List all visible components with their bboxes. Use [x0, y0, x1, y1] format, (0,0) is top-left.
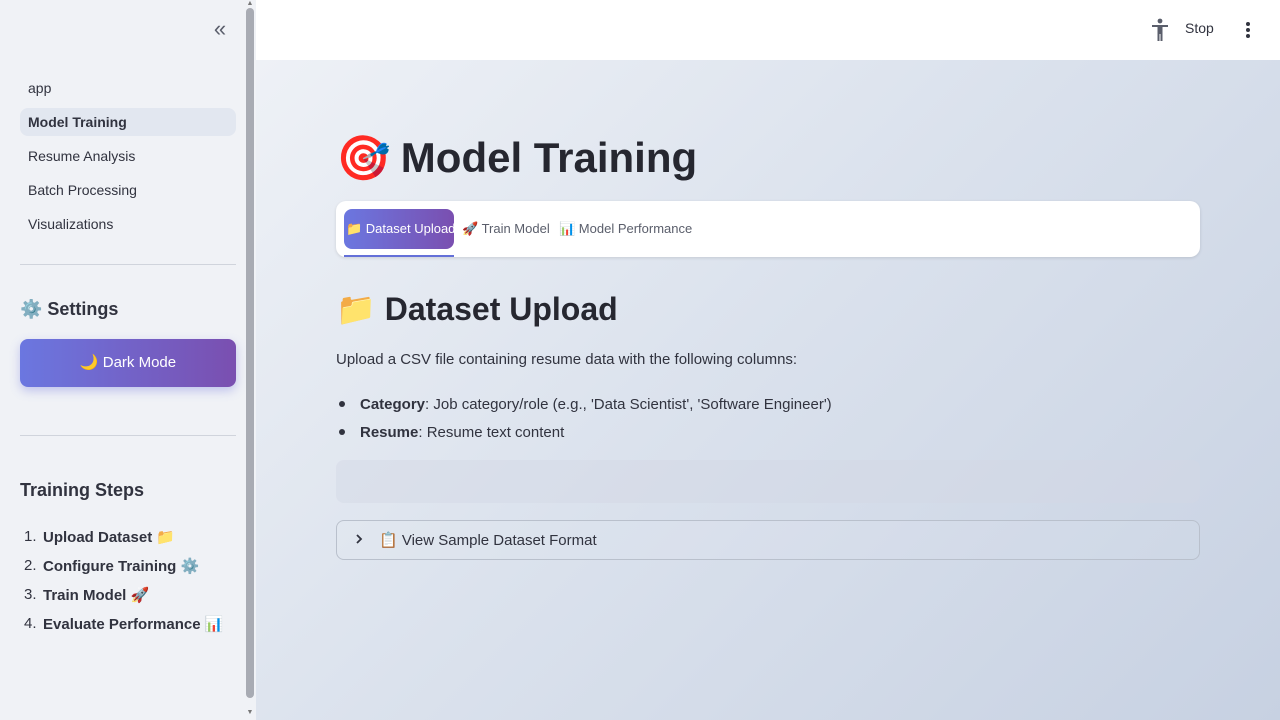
column-description: : Resume text content: [418, 423, 565, 441]
main-content: 🎯 Model Training 📁 Dataset Upload 🚀 Trai…: [256, 60, 1280, 720]
file-uploader[interactable]: [336, 460, 1200, 503]
running-person-icon: [1149, 18, 1171, 42]
step-label: Evaluate Performance 📊: [43, 615, 224, 633]
column-name: Resume: [360, 423, 419, 441]
kebab-menu-icon[interactable]: [1240, 20, 1256, 40]
sample-format-expander[interactable]: 📋 View Sample Dataset Format: [336, 520, 1200, 560]
top-header: Stop: [256, 0, 1280, 60]
column-name: Category: [360, 395, 426, 413]
sidebar-item-visualizations[interactable]: Visualizations: [20, 210, 236, 238]
step-number: 3.: [24, 586, 37, 603]
step-number: 2.: [24, 557, 37, 574]
sidebar-divider: [20, 435, 236, 436]
target-icon: 🎯: [336, 134, 391, 183]
active-tab-indicator: [344, 255, 454, 257]
sidebar-divider: [20, 264, 236, 265]
list-item: Resume : Resume text content: [336, 418, 832, 446]
step-number: 1.: [24, 528, 37, 545]
step-label: Upload Dataset 📁: [43, 528, 176, 546]
collapse-sidebar-icon[interactable]: «: [209, 18, 231, 41]
list-item: 1. Upload Dataset 📁: [20, 522, 223, 551]
scroll-down-icon[interactable]: ▼: [246, 709, 254, 716]
list-item: 3. Train Model 🚀: [20, 580, 223, 609]
sidebar-scrollbar[interactable]: [246, 8, 254, 698]
training-steps-heading: Training Steps: [20, 480, 145, 500]
sidebar-item-model-training[interactable]: Model Training: [20, 108, 236, 136]
step-label: Configure Training ⚙️: [43, 557, 200, 575]
step-number: 4.: [24, 615, 37, 632]
tab-model-performance[interactable]: 📊 Model Performance: [559, 209, 692, 249]
sidebar-nav: app Model Training Resume Analysis Batch…: [20, 74, 236, 244]
step-label: Train Model 🚀: [43, 586, 150, 604]
tab-train-model[interactable]: 🚀 Train Model: [462, 209, 550, 249]
bullet-icon: [339, 429, 345, 435]
page-title-text: Model Training: [400, 134, 698, 181]
list-item: 4. Evaluate Performance 📊: [20, 609, 223, 638]
column-list: Category : Job category/role (e.g., 'Dat…: [336, 390, 832, 446]
sidebar: « app Model Training Resume Analysis Bat…: [0, 0, 256, 720]
sidebar-item-app[interactable]: app: [20, 74, 236, 102]
column-description: : Job category/role (e.g., 'Data Scienti…: [425, 395, 832, 413]
scroll-up-icon[interactable]: ▲: [246, 0, 254, 7]
settings-heading: ⚙️ Settings: [20, 299, 119, 319]
tab-dataset-upload[interactable]: 📁 Dataset Upload: [344, 209, 455, 249]
list-item: 2. Configure Training ⚙️: [20, 551, 223, 580]
stop-button[interactable]: Stop: [1185, 20, 1214, 36]
chevron-right-icon: [353, 532, 367, 548]
upload-description: Upload a CSV file containing resume data…: [336, 351, 798, 368]
dark-mode-button[interactable]: 🌙 Dark Mode: [20, 339, 236, 387]
bullet-icon: [339, 401, 345, 407]
tab-bar: 📁 Dataset Upload 🚀 Train Model 📊 Model P…: [336, 201, 1200, 257]
section-title: 📁 Dataset Upload: [336, 291, 618, 327]
training-steps-list: 1. Upload Dataset 📁 2. Configure Trainin…: [20, 522, 223, 638]
expander-label: 📋 View Sample Dataset Format: [379, 532, 597, 549]
sidebar-item-batch-processing[interactable]: Batch Processing: [20, 176, 236, 204]
page-title: 🎯 Model Training: [336, 132, 697, 184]
list-item: Category : Job category/role (e.g., 'Dat…: [336, 390, 832, 418]
sidebar-item-resume-analysis[interactable]: Resume Analysis: [20, 142, 236, 170]
